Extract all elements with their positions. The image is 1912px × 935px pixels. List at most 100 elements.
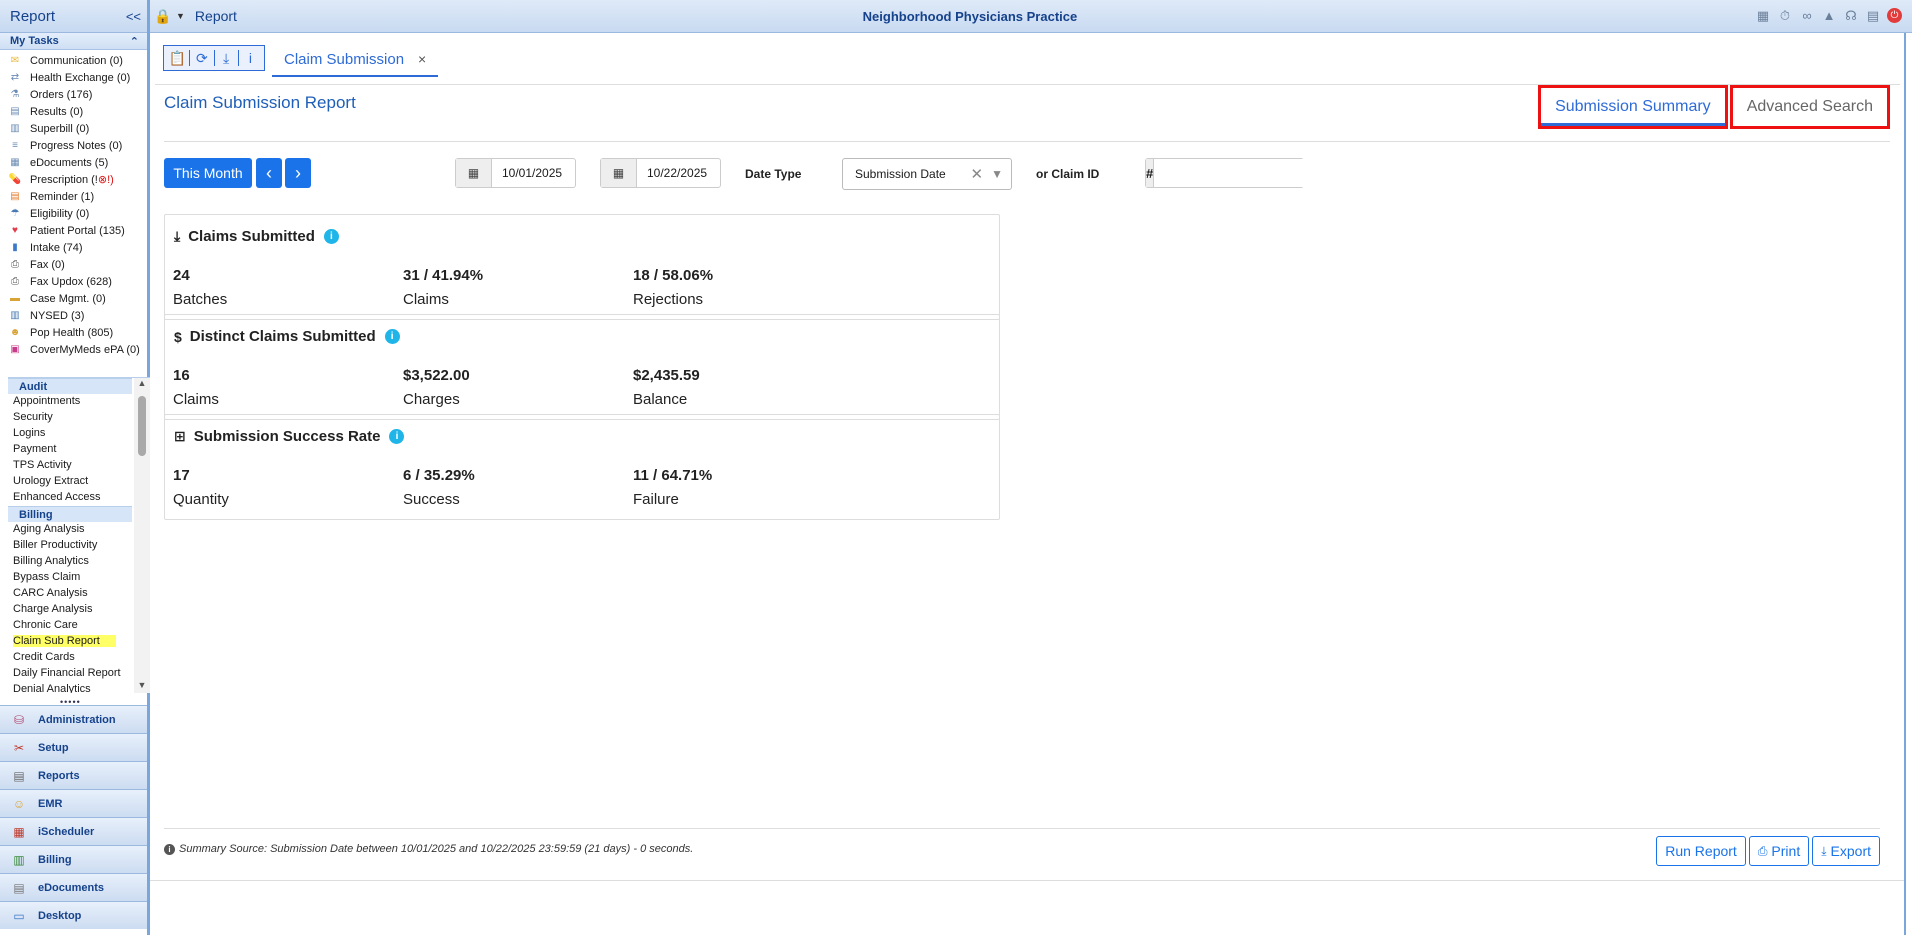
collapse-up-icon[interactable]: ⌃ bbox=[130, 35, 139, 48]
envelope-icon: ✉ bbox=[10, 54, 20, 66]
download-icon[interactable]: ⤓ bbox=[217, 50, 236, 67]
module-reports[interactable]: ▤ Reports bbox=[0, 761, 147, 789]
grid-icon[interactable]: ▤ bbox=[1865, 8, 1881, 24]
billing-section-header[interactable]: Billing bbox=[8, 506, 132, 522]
report-item[interactable]: Payment bbox=[8, 442, 132, 458]
task-item[interactable]: 💊 Prescription (! ⊗!) bbox=[8, 171, 147, 188]
audit-section-header[interactable]: Audit bbox=[8, 378, 132, 394]
module-billing[interactable]: ▥ Billing bbox=[0, 845, 147, 873]
report-item[interactable]: Daily Financial Report bbox=[8, 666, 132, 682]
edocuments-icon: ▦ bbox=[10, 156, 20, 168]
report-item[interactable]: Enhanced Access bbox=[8, 490, 132, 506]
report-item[interactable]: Chronic Care bbox=[8, 618, 132, 634]
module-edocuments[interactable]: ▤ eDocuments bbox=[0, 873, 147, 901]
task-item[interactable]: ⚗ Orders (176) bbox=[8, 86, 147, 103]
report-item[interactable]: Biller Productivity bbox=[8, 538, 132, 554]
metric-caption: Batches bbox=[173, 291, 228, 308]
next-period-button[interactable]: › bbox=[285, 158, 311, 188]
database-icon: ⛁ bbox=[13, 712, 25, 727]
task-item[interactable]: ▤ Results (0) bbox=[8, 103, 147, 120]
tab-submission-summary[interactable]: Submission Summary bbox=[1538, 85, 1728, 129]
superbill-icon: ▥ bbox=[10, 122, 20, 134]
report-item[interactable]: Security bbox=[8, 410, 132, 426]
headset-icon[interactable]: ☊ bbox=[1843, 8, 1859, 24]
report-item[interactable]: Charge Analysis bbox=[8, 602, 132, 618]
scrollbar-thumb[interactable] bbox=[138, 396, 146, 456]
claim-id-input[interactable] bbox=[1154, 159, 1336, 187]
lock-icon[interactable]: 🔒 bbox=[154, 8, 174, 25]
my-tasks-header[interactable]: My Tasks ⌃ bbox=[0, 33, 147, 50]
task-item[interactable]: ▣ CoverMyMeds ePA (0) bbox=[8, 341, 147, 358]
caret-down-icon[interactable]: ▼ bbox=[176, 11, 185, 21]
previous-period-button[interactable]: ‹ bbox=[256, 158, 282, 188]
report-item[interactable]: Bypass Claim bbox=[8, 570, 132, 586]
info-icon[interactable]: i bbox=[241, 50, 260, 66]
this-month-button[interactable]: This Month bbox=[164, 158, 252, 188]
report-list-scrollbar[interactable]: ▲ ▼ bbox=[134, 378, 150, 693]
info-icon[interactable]: i bbox=[389, 429, 405, 444]
binoculars-icon[interactable]: ∞ bbox=[1799, 8, 1815, 24]
info-icon[interactable]: i bbox=[384, 329, 400, 344]
task-item[interactable]: ✉ Communication (0) bbox=[8, 52, 147, 69]
task-item[interactable]: ▦ eDocuments (5) bbox=[8, 154, 147, 171]
task-item[interactable]: ♥ Patient Portal (135) bbox=[8, 222, 147, 239]
graduation-cap-icon[interactable]: ▲ bbox=[1821, 8, 1837, 24]
task-item[interactable]: ▬ Case Mgmt. (0) bbox=[8, 290, 147, 307]
claim-id-field[interactable]: # bbox=[1145, 158, 1336, 188]
date-type-select[interactable]: Submission Date ✕ ▼ bbox=[842, 158, 1012, 190]
tab-advanced-search[interactable]: Advanced Search bbox=[1729, 85, 1890, 129]
scroll-up-icon[interactable]: ▲ bbox=[134, 378, 150, 392]
print-button[interactable]: ⎙ Print bbox=[1748, 836, 1810, 866]
from-date-field[interactable]: ▦ 10/01/2025 bbox=[455, 158, 576, 188]
report-item[interactable]: TPS Activity bbox=[8, 458, 132, 474]
report-item[interactable]: Urology Extract bbox=[8, 474, 132, 490]
refresh-icon[interactable]: ⟳ bbox=[192, 50, 211, 67]
task-item[interactable]: ▥ Superbill (0) bbox=[8, 120, 147, 137]
report-item[interactable]: Aging Analysis bbox=[8, 522, 132, 538]
to-date-field[interactable]: ▦ 10/22/2025 bbox=[600, 158, 721, 188]
calendar-icon[interactable]: ▦ bbox=[601, 159, 637, 187]
report-item-label: CARC Analysis bbox=[13, 587, 88, 599]
task-item[interactable]: ⎙ Fax (0) bbox=[8, 256, 147, 273]
close-tab-icon[interactable]: × bbox=[418, 51, 426, 67]
task-item[interactable]: ▮ Intake (74) bbox=[8, 239, 147, 256]
report-item[interactable]: Billing Analytics bbox=[8, 554, 132, 570]
scroll-down-icon[interactable]: ▼ bbox=[134, 680, 150, 693]
to-date-value[interactable]: 10/22/2025 bbox=[637, 166, 717, 180]
task-item[interactable]: ⇄ Health Exchange (0) bbox=[8, 69, 147, 86]
date-type-value[interactable]: Submission Date bbox=[855, 167, 971, 181]
task-label: Fax Updox (628) bbox=[30, 275, 112, 288]
collapse-sidebar-button[interactable]: << bbox=[126, 9, 141, 24]
run-report-button[interactable]: Run Report bbox=[1656, 836, 1746, 866]
report-item[interactable]: Logins bbox=[8, 426, 132, 442]
task-item[interactable]: ≡ Progress Notes (0) bbox=[8, 137, 147, 154]
report-item[interactable]: Claim Sub Report bbox=[8, 634, 132, 650]
task-item[interactable]: ☂ Eligibility (0) bbox=[8, 205, 147, 222]
export-button[interactable]: ⤓ Export bbox=[1812, 836, 1880, 866]
task-item[interactable]: ☻ Pop Health (805) bbox=[8, 324, 147, 341]
map-icon[interactable]: ▦ bbox=[1755, 8, 1771, 24]
report-item[interactable]: Credit Cards bbox=[8, 650, 132, 666]
printer-icon: ⎙ bbox=[1757, 843, 1768, 858]
module-desktop[interactable]: ▭ Desktop bbox=[0, 901, 147, 929]
report-item[interactable]: CARC Analysis bbox=[8, 586, 132, 602]
report-item-label: Biller Productivity bbox=[13, 539, 98, 551]
stopwatch-icon[interactable]: ⏱ bbox=[1777, 8, 1793, 24]
report-item[interactable]: Appointments bbox=[8, 394, 132, 410]
calendar-icon[interactable]: ▦ bbox=[456, 159, 492, 187]
chevron-down-icon[interactable]: ▼ bbox=[991, 167, 1003, 181]
module-setup[interactable]: ✂ Setup bbox=[0, 733, 147, 761]
task-item[interactable]: ▥ NYSED (3) bbox=[8, 307, 147, 324]
clipboard-icon[interactable]: 📋 bbox=[168, 50, 187, 67]
task-item[interactable]: ▤ Reminder (1) bbox=[8, 188, 147, 205]
tab-claim-submission[interactable]: Claim Submission × bbox=[272, 43, 439, 77]
module-emr[interactable]: ☺ EMR bbox=[0, 789, 147, 817]
from-date-value[interactable]: 10/01/2025 bbox=[492, 166, 572, 180]
clear-icon[interactable]: ✕ bbox=[971, 165, 984, 183]
info-icon[interactable]: i bbox=[323, 229, 339, 244]
module-ischeduler[interactable]: ▦ iScheduler bbox=[0, 817, 147, 845]
task-item[interactable]: ⎙ Fax Updox (628) bbox=[8, 273, 147, 290]
module-administration[interactable]: ⛁ Administration bbox=[0, 705, 147, 733]
power-icon[interactable]: ⏻ bbox=[1887, 8, 1902, 23]
report-item[interactable]: Denial Analytics bbox=[8, 682, 132, 693]
